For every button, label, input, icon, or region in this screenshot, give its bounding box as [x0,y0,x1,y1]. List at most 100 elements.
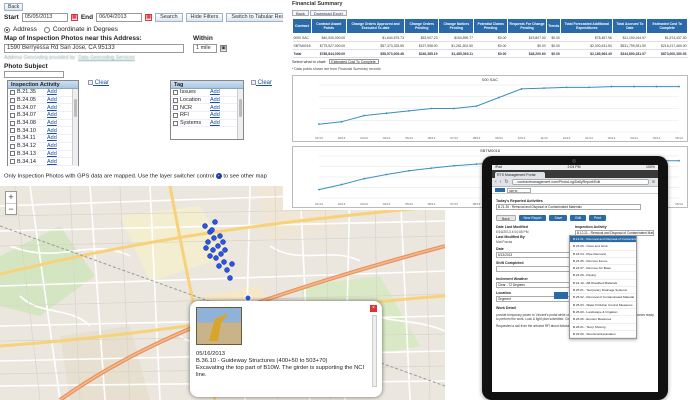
address-input[interactable]: 1590 Berryessa Rd San Jose, CA 95133 [4,44,184,53]
checkbox[interactable] [10,97,15,103]
scrollbar[interactable] [237,89,243,139]
checkbox[interactable] [10,120,15,126]
dropdown-option[interactable]: B.24.09 - Paving [570,272,636,280]
add-link[interactable]: Add [47,89,57,95]
reload-icon[interactable]: ↻ [504,179,508,185]
dropdown-option[interactable]: B.25.01 - Temporary Drainage Systems [570,287,636,295]
checkbox[interactable] [10,112,15,118]
address-radio[interactable] [4,26,10,33]
list-item[interactable]: B.24.07 Add [8,104,78,113]
inspection-photo-thumbnail[interactable] [196,307,242,345]
search-button[interactable]: Search [155,13,183,22]
download-excel-button[interactable]: Download Excel [309,10,347,16]
checkbox[interactable] [10,128,15,134]
dropdown-option[interactable]: B.24.04 - Pipe Removal [570,251,636,258]
list-item[interactable]: B.34.11 Add [8,135,78,143]
list-item[interactable]: B.34.13 Add [8,151,78,159]
tag-clear-link[interactable]: Clear [251,80,272,86]
geocode-help-link[interactable]: Data Geocoding Services [78,55,135,61]
add-link[interactable]: Add [210,120,220,126]
hide-filters-button[interactable]: Hide Filters [185,13,224,22]
edit-button[interactable]: Edit [570,215,587,221]
shift-field[interactable] [496,266,570,272]
checkbox[interactable] [173,120,178,126]
add-link[interactable]: Add [47,159,57,165]
dropdown-option[interactable]: B.25.03 - Water Pollution Control Measur… [570,302,636,309]
print-button[interactable]: Print [589,215,607,221]
list-item[interactable]: B.34.12 Add [8,143,78,151]
contract-select[interactable]: SBTM [507,187,531,193]
calendar-icon[interactable]: ▦ [70,14,78,21]
dropdown-option[interactable]: B.23.00 - Clear and Grub [570,243,636,251]
checkbox[interactable] [10,105,15,111]
menu-icon[interactable]: ≡ [652,179,655,185]
add-link[interactable]: Add [47,135,57,141]
dropdown-option[interactable]: B.24.06 - Remove Fence [570,258,636,266]
calendar-icon[interactable]: ▦ [145,14,153,21]
end-date-field[interactable]: 06/04/2013 [96,13,143,22]
back-button[interactable]: Back [4,3,24,11]
checkbox[interactable] [10,143,15,149]
weather-field[interactable]: Clear - 72 Degrees [496,282,570,288]
dropdown-option[interactable]: B.26.00 - Landscape & Irrigation [570,309,636,317]
add-link[interactable]: Add [47,151,57,157]
zoom-in-button[interactable]: + [6,192,16,203]
dropdown-option[interactable]: B.26.06 - Erosion Measures [570,316,636,324]
close-icon[interactable]: × [370,305,377,312]
list-item[interactable]: B.24.05 Add [8,97,78,105]
back-icon[interactable]: ‹ [495,179,497,185]
add-link[interactable]: Add [47,128,57,134]
dropdown-option[interactable]: B.29.00 - Structural Excavation [570,331,636,339]
tag-list[interactable]: Tag Issues Add Location Add NCR Add RFI Add Syst… [170,80,244,140]
forward-icon[interactable]: › [500,179,502,185]
scrollbar[interactable] [72,89,78,165]
date-field[interactable]: 6/13/2013 [496,252,570,258]
coordinate-radio[interactable] [43,26,50,33]
list-item[interactable]: B.34.08 Add [8,120,78,128]
back-button[interactable]: Back [292,10,309,16]
inspection-activity-list[interactable]: Inspection Activity B.21.35 Add B.24.05 Add… [7,80,79,166]
dropdown-option[interactable]: B.24.07 - Remove AC Base [570,265,636,273]
list-item[interactable]: RFI Add [171,112,243,120]
checkbox[interactable] [173,89,178,95]
within-select[interactable]: 1 mile [193,44,217,53]
checkbox[interactable] [173,105,178,111]
add-link[interactable]: Add [210,89,220,95]
add-link[interactable]: Add [47,112,57,118]
list-item[interactable]: NCR Add [171,104,243,113]
add-link[interactable]: Add [47,105,57,111]
list-item[interactable]: Systems Add [171,120,243,128]
activity-select[interactable]: B.21.35 - Removal and Disposal of Contam… [496,204,641,210]
list-item[interactable]: B.21.35 Add [8,89,78,97]
dropdown-option[interactable]: B.24.10 - AB Roadbed Materials [570,280,636,288]
checkbox[interactable] [10,151,15,157]
map-icon[interactable]: ▣ [220,45,227,52]
zoom-out-button[interactable]: − [6,203,16,214]
save-button[interactable]: Save [549,215,568,221]
browser-tab[interactable]: RTS Management Portal [495,172,545,178]
back-button[interactable]: Back [496,215,516,221]
list-item[interactable]: B.34.07 Add [8,112,78,120]
photo-subject-input[interactable] [4,71,64,78]
list-item[interactable]: B.34.10 Add [8,127,78,136]
checkbox[interactable] [173,97,178,103]
chart-select[interactable]: Estimated Cost To Complete [329,59,380,64]
checkbox[interactable] [10,135,15,141]
add-link[interactable]: Add [47,120,57,126]
add-link[interactable]: Add [210,112,220,118]
new-report-button[interactable]: New Report [518,215,547,221]
url-field[interactable]: ...contractmanagement.com/PhotoLog/Daily… [511,179,650,185]
contract-reference-button[interactable] [554,292,568,299]
list-item[interactable]: B.34.14 Add [8,158,78,166]
add-link[interactable]: Add [210,105,220,111]
start-date-field[interactable]: 05/05/2013 [21,13,68,22]
add-link[interactable]: Add [47,143,57,149]
dropdown-option[interactable]: B.28.01 - Temp Shoring [570,324,636,331]
scrollbar[interactable] [372,315,377,387]
list-item[interactable]: Location Add [171,97,243,105]
dropdown-option[interactable]: B.25.02 - Removal of Contaminated Materi… [570,294,636,302]
add-link[interactable]: Add [210,97,220,103]
checkbox[interactable] [10,89,15,95]
checkbox[interactable] [173,112,178,118]
inspection-activity-dropdown[interactable]: B.12.21 - Removal and Disposal of Contam… [569,235,637,340]
